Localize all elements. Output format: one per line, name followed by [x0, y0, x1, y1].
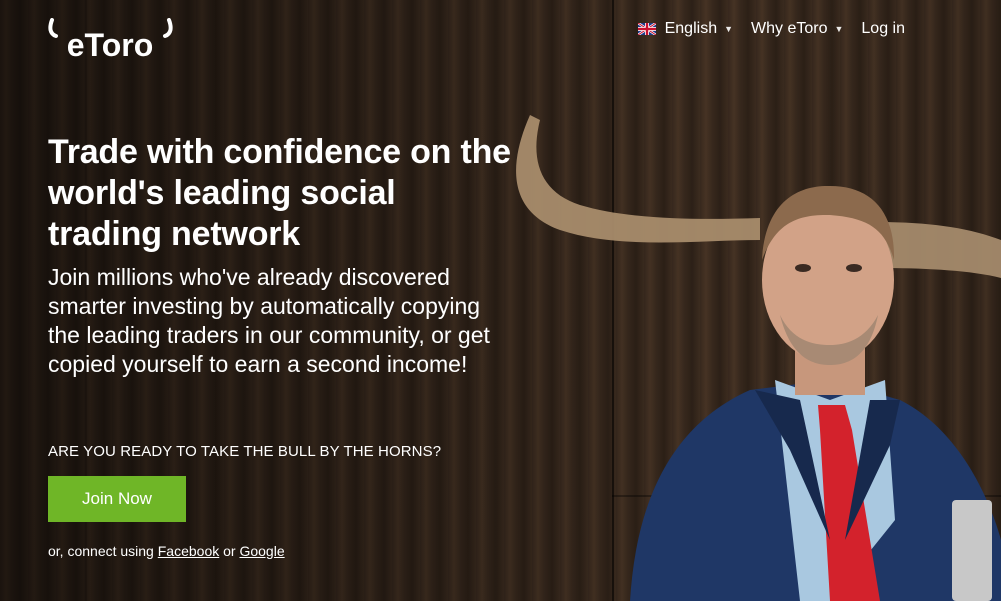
- hero-section: Trade with confidence on the world's lea…: [48, 132, 518, 379]
- businessman-with-horns-image: [516, 115, 1001, 601]
- uk-flag-icon: [637, 23, 656, 35]
- google-link[interactable]: Google: [239, 543, 284, 559]
- hero-headline: Trade with confidence on the world's lea…: [48, 133, 511, 253]
- social-connect-text: or, connect using Facebook or Google: [48, 543, 285, 559]
- top-nav: English ▼ Why eToro ▼ Log in: [637, 20, 905, 38]
- language-selector[interactable]: English ▼: [637, 20, 734, 38]
- hero-subheading: Join millions who've already discovered …: [48, 264, 490, 377]
- language-label: English: [664, 20, 718, 37]
- caret-down-icon: ▼: [724, 24, 734, 34]
- svg-text:eToro: eToro: [67, 27, 154, 62]
- cta-question: ARE YOU READY TO TAKE THE BULL BY THE HO…: [48, 443, 442, 460]
- connect-prefix: or, connect using: [48, 543, 154, 559]
- etoro-logo-icon: eToro: [48, 18, 173, 62]
- login-label: Log in: [861, 20, 905, 37]
- why-etoro-menu[interactable]: Why eToro ▼: [751, 20, 843, 38]
- etoro-logo[interactable]: eToro: [48, 18, 173, 62]
- login-link[interactable]: Log in: [861, 20, 905, 38]
- facebook-link[interactable]: Facebook: [158, 543, 219, 559]
- join-now-button[interactable]: Join Now: [48, 476, 186, 522]
- caret-down-icon: ▼: [834, 24, 844, 34]
- connect-or: or: [223, 543, 236, 559]
- why-etoro-label: Why eToro: [751, 20, 828, 37]
